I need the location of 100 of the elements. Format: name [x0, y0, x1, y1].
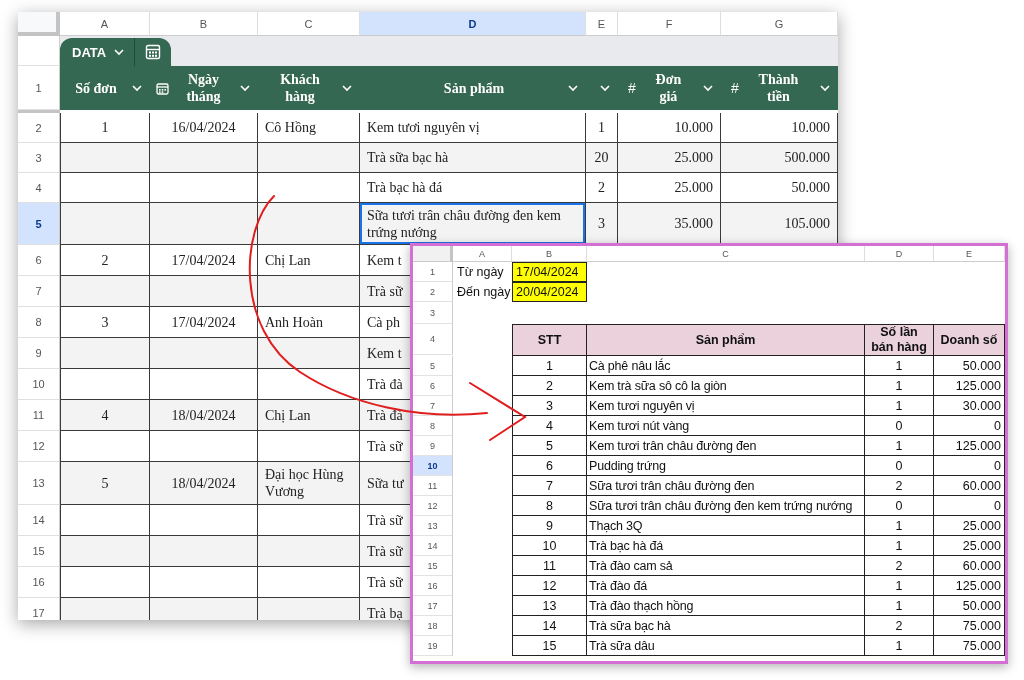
row-number[interactable]: 6 — [18, 245, 60, 276]
table-cell: 1 — [865, 576, 934, 596]
row-number[interactable]: 6 — [413, 376, 453, 396]
row-number[interactable]: 10 — [413, 456, 453, 476]
row-number[interactable]: 11 — [18, 400, 60, 431]
table-cell: 25.000 — [934, 516, 1005, 536]
table-cell: 75.000 — [934, 616, 1005, 636]
column-header: Doanh số — [934, 324, 1005, 356]
table-cell: Sữa tươi trân châu đường đen — [587, 476, 865, 496]
table-cell: 0 — [934, 496, 1005, 516]
column-header: Số lần bán hàng — [865, 324, 934, 356]
column-letter[interactable]: G — [721, 12, 838, 36]
table-cell: 125.000 — [934, 436, 1005, 456]
table-cell: 5 — [512, 436, 587, 456]
table-cell: 9 — [512, 516, 587, 536]
table-cell: Sữa tươi trân châu đường đen kem trứng nướng — [587, 496, 865, 516]
row-number[interactable]: 15 — [18, 536, 60, 567]
row-number[interactable]: 14 — [413, 536, 453, 556]
table-cell: Trà sữa dâu — [587, 636, 865, 656]
number-type-symbol: # — [627, 80, 636, 96]
table-cell: 6 — [512, 456, 587, 476]
table-cell: 13 — [512, 596, 587, 616]
date-value[interactable]: 17/04/2024 — [512, 262, 587, 282]
table-cell: 1 — [865, 516, 934, 536]
row-number[interactable]: 17 — [18, 598, 60, 620]
row-number[interactable]: 16 — [18, 567, 60, 598]
column-letter[interactable]: A — [60, 12, 150, 36]
table-cell: 5 — [60, 462, 150, 505]
row-number[interactable]: 5 — [18, 203, 60, 245]
table-cell: 11 — [512, 556, 587, 576]
row-number[interactable]: 8 — [413, 416, 453, 436]
table-cell: Sữa tươi trân châu đường đen kem trứng nướng — [360, 203, 586, 245]
column-letter[interactable]: C — [587, 246, 865, 262]
row-number[interactable]: 12 — [413, 496, 453, 516]
column-letter[interactable]: E — [586, 12, 618, 36]
table-cell: 60.000 — [934, 556, 1005, 576]
table-cell: 0 — [865, 456, 934, 476]
table-cell: 0 — [865, 496, 934, 516]
table-cell: 50.000 — [934, 356, 1005, 376]
table-cell: Trà sữa bạc hà — [587, 616, 865, 636]
column-letter[interactable]: B — [150, 12, 258, 36]
table-cell: Đại học Hùng Vương — [258, 462, 360, 505]
row-number[interactable]: 7 — [413, 396, 453, 416]
column-letter[interactable]: D — [865, 246, 934, 262]
column-letter[interactable]: E — [934, 246, 1005, 262]
row-number[interactable]: 13 — [18, 462, 60, 505]
row-number[interactable]: 4 — [18, 173, 60, 203]
column-letter[interactable]: A — [453, 246, 512, 262]
row-number[interactable]: 1 — [413, 262, 453, 282]
row-number[interactable]: 5 — [413, 356, 453, 376]
row-number[interactable]: 17 — [413, 596, 453, 616]
column-title: Sản phẩm — [442, 79, 506, 97]
row-number[interactable]: 2 — [413, 282, 453, 302]
table-cell: 4 — [60, 400, 150, 431]
date-value[interactable]: 20/04/2024 — [512, 282, 587, 302]
row-number[interactable]: 7 — [18, 276, 60, 307]
table-cell: 10 — [512, 536, 587, 556]
table-cell: 50.000 — [934, 596, 1005, 616]
table-cell: 25.000 — [934, 536, 1005, 556]
column-title: Khách hàng — [279, 71, 321, 105]
table-cell: Trà đào cam sả — [587, 556, 865, 576]
row-number[interactable]: 8 — [18, 307, 60, 338]
table-cell: 8 — [512, 496, 587, 516]
table-cell: 18/04/2024 — [150, 400, 258, 431]
column-title: Đơn giá — [654, 71, 683, 105]
table-cell: 125.000 — [934, 576, 1005, 596]
table-cell: 1 — [865, 436, 934, 456]
table-cell: 125.000 — [934, 376, 1005, 396]
row-number[interactable]: 10 — [18, 369, 60, 400]
table-cell: 1 — [512, 356, 587, 376]
table-cell: Pudding trứng — [587, 456, 865, 476]
row-number[interactable]: 11 — [413, 476, 453, 496]
table-cell: 0 — [934, 456, 1005, 476]
row-number[interactable]: 18 — [413, 616, 453, 636]
field-label: Đến ngày — [456, 284, 512, 301]
table-cell: 2 — [865, 616, 934, 636]
column-letter[interactable]: D — [360, 12, 586, 36]
table-cell: Kem tươi trân châu đường đen — [587, 436, 865, 456]
row-number[interactable]: 9 — [18, 338, 60, 369]
row-number[interactable]: 3 — [18, 143, 60, 173]
column-letter[interactable]: C — [258, 12, 360, 36]
table-cell: 75.000 — [934, 636, 1005, 656]
table-cell: Trà bạc hà đá — [587, 536, 865, 556]
row-number[interactable]: 14 — [18, 505, 60, 536]
table-cell: 1 — [865, 356, 934, 376]
row-number[interactable]: 15 — [413, 556, 453, 576]
row-number[interactable]: 1 — [18, 66, 60, 110]
row-number[interactable]: 4 — [413, 324, 453, 355]
column-title: Thành tiền — [757, 71, 800, 105]
row-number[interactable]: 2 — [18, 113, 60, 143]
table-cell: 1 — [865, 376, 934, 396]
table-cell: 20 — [586, 143, 618, 173]
row-number[interactable]: 13 — [413, 516, 453, 536]
table-cell: 105.000 — [721, 203, 838, 245]
row-number[interactable]: 3 — [413, 302, 453, 324]
row-number[interactable]: 12 — [18, 431, 60, 462]
column-letter[interactable]: F — [618, 12, 721, 36]
table-cell: 2 — [865, 476, 934, 496]
row-number[interactable]: 16 — [413, 576, 453, 596]
row-number[interactable]: 19 — [413, 636, 453, 656]
